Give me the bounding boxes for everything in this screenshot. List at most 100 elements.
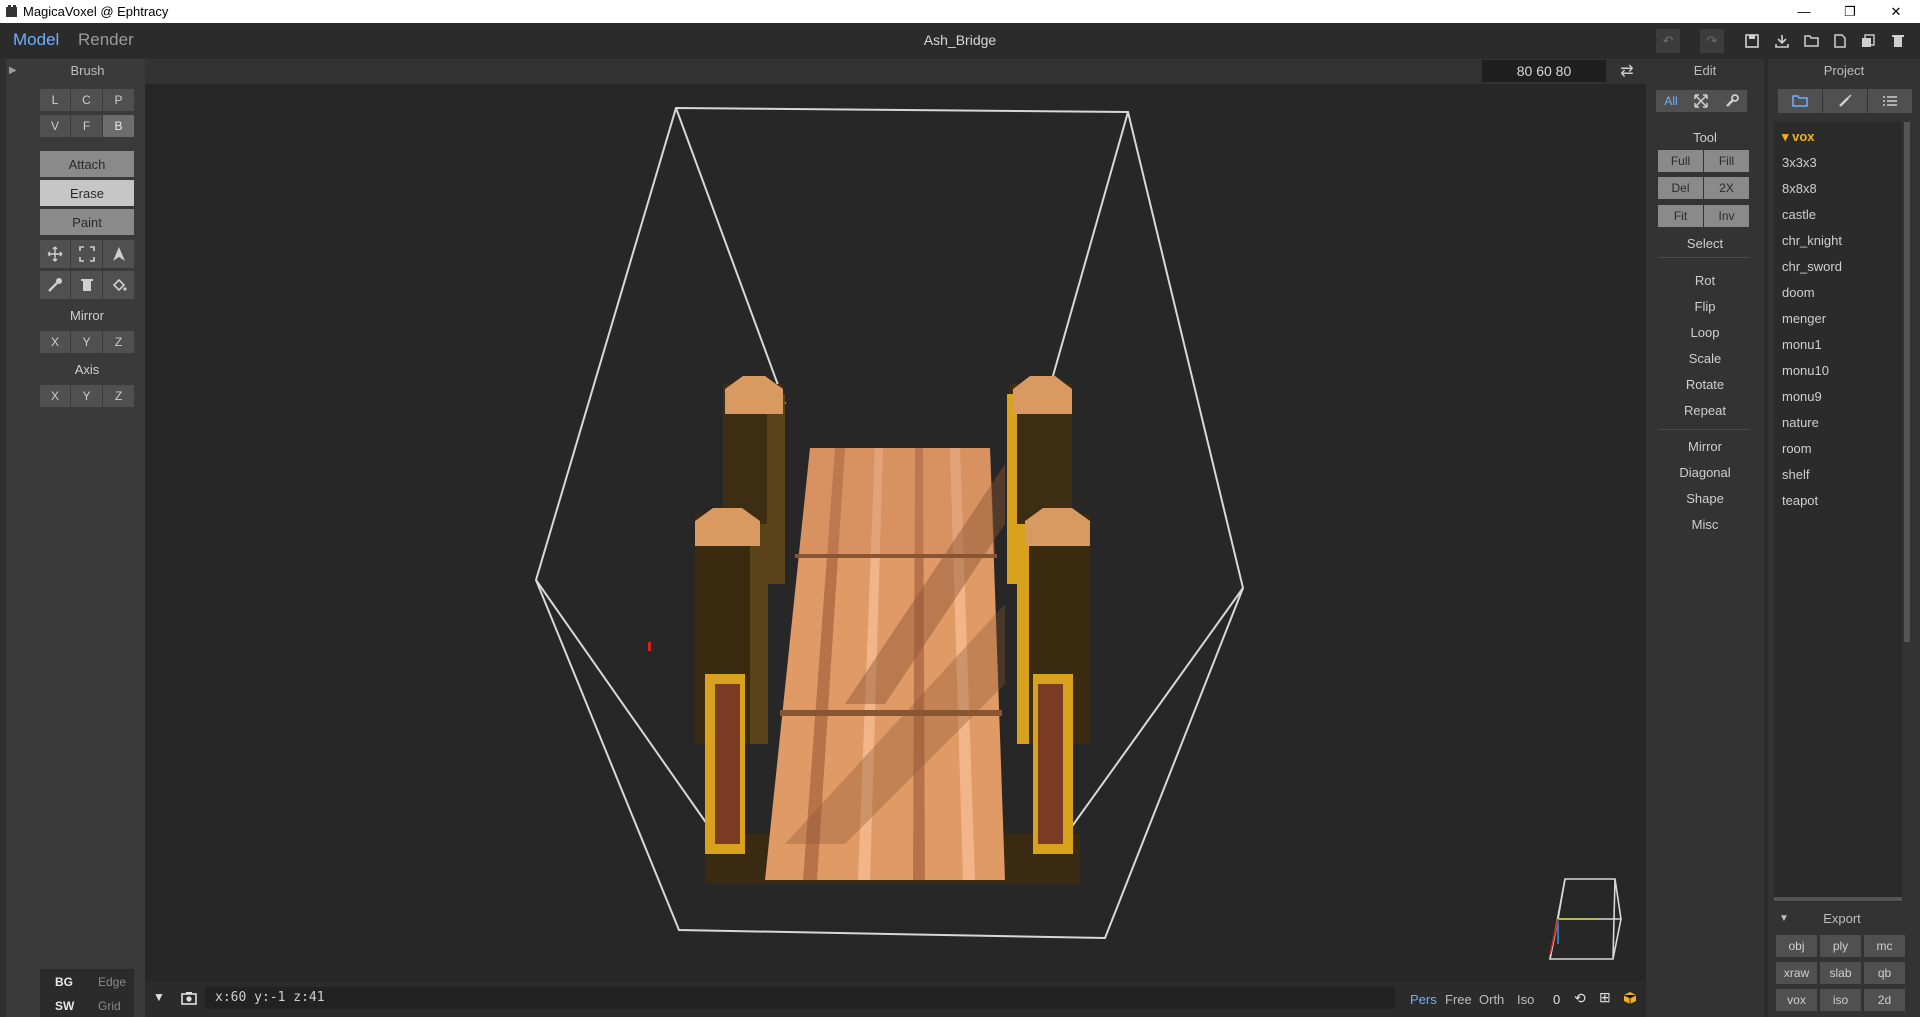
list-item[interactable]: chr_knight [1782, 233, 1842, 248]
list-item[interactable]: castle [1782, 207, 1816, 222]
brush-mode-b[interactable]: B [103, 115, 134, 137]
minimize-button[interactable]: — [1781, 0, 1827, 23]
export-slab-button[interactable]: slab [1820, 962, 1861, 984]
folder-vox[interactable]: ▾ vox [1782, 129, 1815, 145]
diagonal-button[interactable]: Diagonal [1646, 465, 1764, 480]
erase-button[interactable]: Erase [40, 180, 134, 206]
project-brush-tab[interactable] [1823, 89, 1867, 113]
sw-toggle[interactable]: SW [55, 999, 74, 1013]
list-item[interactable]: 3x3x3 [1782, 155, 1817, 170]
select-box-tool-button[interactable] [71, 240, 102, 268]
face-tool-button[interactable] [103, 240, 134, 268]
brush-mode-l[interactable]: L [40, 89, 70, 111]
open-folder-button[interactable] [1800, 29, 1824, 53]
fill-tool-button[interactable] [103, 271, 134, 299]
3d-viewport[interactable] [145, 84, 1646, 981]
brush-mode-f[interactable]: F [71, 115, 102, 137]
tool-inv-button[interactable]: Inv [1704, 205, 1749, 227]
undo-button[interactable]: ↶ [1656, 29, 1680, 53]
list-item[interactable]: shelf [1782, 467, 1809, 482]
tool-full-button[interactable]: Full [1658, 150, 1703, 172]
repeat-button[interactable]: Repeat [1646, 403, 1764, 418]
reset-view-icon[interactable]: ⟲ [1574, 990, 1586, 1007]
redo-button[interactable]: ↷ [1700, 29, 1724, 53]
loop-button[interactable]: Loop [1646, 325, 1764, 340]
project-scrollbar[interactable] [1904, 122, 1910, 642]
new-file-button[interactable] [1828, 29, 1852, 53]
mirror-z-button[interactable]: Z [103, 331, 134, 353]
rot-button[interactable]: Rot [1646, 273, 1764, 288]
tool-fill-button[interactable]: Fill [1704, 150, 1749, 172]
close-window-button[interactable]: ✕ [1873, 0, 1919, 23]
misc-button[interactable]: Misc [1646, 517, 1764, 532]
download-button[interactable] [1770, 29, 1794, 53]
rotate-button[interactable]: Rotate [1646, 377, 1764, 392]
list-item[interactable]: nature [1782, 415, 1819, 430]
list-item[interactable]: menger [1782, 311, 1826, 326]
paint-button[interactable]: Paint [40, 209, 134, 235]
view-pers[interactable]: Pers [1410, 992, 1437, 1007]
tool-fit-button[interactable]: Fit [1658, 205, 1703, 227]
axis-z-button[interactable]: Z [103, 385, 134, 407]
project-files-tab[interactable] [1778, 89, 1822, 113]
list-item[interactable]: monu10 [1782, 363, 1829, 378]
axis-x-button[interactable]: X [40, 385, 70, 407]
select-button[interactable]: Select [1646, 236, 1764, 251]
bg-toggle[interactable]: BG [55, 975, 73, 989]
export-xraw-button[interactable]: xraw [1776, 962, 1817, 984]
edit-all-button[interactable]: All [1656, 90, 1686, 112]
clear-tool-button[interactable] [71, 271, 102, 299]
project-list-tab[interactable] [1868, 89, 1912, 113]
axis-y-button[interactable]: Y [71, 385, 102, 407]
move-tool-button[interactable] [40, 240, 70, 268]
orientation-cube[interactable] [1549, 878, 1622, 960]
tool-del-button[interactable]: Del [1658, 177, 1703, 199]
list-item[interactable]: teapot [1782, 493, 1818, 508]
list-item[interactable]: chr_sword [1782, 259, 1842, 274]
export-collapse-icon[interactable]: ▼ [1779, 913, 1789, 924]
flip-button[interactable]: Flip [1646, 299, 1764, 314]
mirror-y-button[interactable]: Y [71, 331, 102, 353]
brush-mode-c[interactable]: C [71, 89, 102, 111]
view-orth[interactable]: Orth [1479, 992, 1504, 1007]
view-free[interactable]: Free [1445, 992, 1472, 1007]
grid-toggle[interactable]: Grid [98, 999, 121, 1013]
camera-icon[interactable] [181, 991, 197, 1005]
project-hscrollbar[interactable] [1774, 897, 1902, 901]
view-iso[interactable]: Iso [1517, 992, 1534, 1007]
tool-2x-button[interactable]: 2X [1704, 177, 1749, 199]
export-2d-button[interactable]: 2d [1864, 989, 1905, 1011]
list-item[interactable]: monu1 [1782, 337, 1822, 352]
export-iso-button[interactable]: iso [1820, 989, 1861, 1011]
edit-expand-button[interactable] [1686, 90, 1716, 112]
collapse-arrow-icon[interactable]: ▶ [9, 65, 17, 76]
list-item[interactable]: room [1782, 441, 1812, 456]
status-menu-icon[interactable]: ▼ [153, 990, 165, 1004]
cube-icon[interactable] [1623, 991, 1637, 1005]
brush-mode-p[interactable]: P [103, 89, 134, 111]
list-item[interactable]: 8x8x8 [1782, 181, 1817, 196]
model-dimensions-field[interactable]: 80 60 80 [1482, 60, 1606, 82]
edit-mirror-button[interactable]: Mirror [1646, 439, 1764, 454]
swap-dimensions-icon[interactable]: ⇄ [1616, 61, 1638, 81]
save-button[interactable] [1740, 29, 1764, 53]
attach-button[interactable]: Attach [40, 151, 134, 177]
layout-icon[interactable]: ⊞ [1599, 989, 1611, 1006]
list-item[interactable]: doom [1782, 285, 1815, 300]
export-obj-button[interactable]: obj [1776, 935, 1817, 957]
restore-button[interactable]: ❐ [1827, 0, 1873, 23]
mirror-x-button[interactable]: X [40, 331, 70, 353]
export-ply-button[interactable]: ply [1820, 935, 1861, 957]
export-qb-button[interactable]: qb [1864, 962, 1905, 984]
picker-tool-button[interactable] [40, 271, 70, 299]
delete-file-button[interactable] [1886, 29, 1910, 53]
copy-button[interactable] [1856, 29, 1880, 53]
list-item[interactable]: monu9 [1782, 389, 1822, 404]
export-mc-button[interactable]: mc [1864, 935, 1905, 957]
edit-tools-button[interactable] [1716, 90, 1747, 112]
scale-button[interactable]: Scale [1646, 351, 1764, 366]
brush-mode-v[interactable]: V [40, 115, 70, 137]
edge-toggle[interactable]: Edge [98, 975, 126, 989]
export-vox-button[interactable]: vox [1776, 989, 1817, 1011]
shape-button[interactable]: Shape [1646, 491, 1764, 506]
